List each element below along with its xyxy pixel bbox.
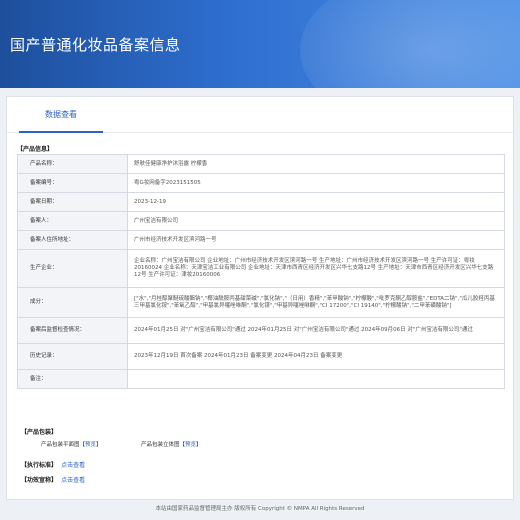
product-info-table: 产品名称： 舒肤佳健康净护沐浴露 柠檬香 备案编号： 粤G妆网备字2023151… — [17, 154, 505, 389]
content-card: 数据查看 【产品信息】 产品名称： 舒肤佳健康净护沐浴露 柠檬香 备案编号： 粤… — [6, 96, 514, 500]
table-row: 备注： — [17, 369, 505, 389]
preview-link[interactable]: 预览 — [185, 442, 196, 448]
footer-copyright: 本站由国家药品监督管理局主办 版权所有 Copyright © NMPA All… — [155, 506, 365, 512]
header-banner: 国产普通化妆品备案信息 — [0, 0, 520, 88]
standard-view-link[interactable]: 点击查看 — [61, 462, 85, 469]
row-value: 2024年01月25日 对"广州宝洁有限公司"通过 2024年01月25日 对"… — [127, 317, 505, 344]
row-label: 备案日期： — [17, 192, 128, 212]
row-label: 成分： — [17, 287, 128, 318]
banner-glow — [300, 0, 520, 88]
row-label: 备案人： — [17, 211, 128, 231]
row-value: 2023-12-19 — [127, 192, 505, 212]
row-value: 舒肤佳健康净护沐浴露 柠檬香 — [127, 154, 505, 174]
standard-label: 【执行标准】 — [21, 462, 58, 469]
table-row: 产品名称： 舒肤佳健康净护沐浴露 柠檬香 — [17, 154, 505, 174]
table-row: 备案日期： 2023-12-19 — [17, 192, 505, 212]
row-label: 备注： — [17, 369, 128, 389]
packaging-item: 产品包装立体图【预览】 — [141, 442, 202, 448]
packaging-item: 产品包装平面图【预览】 — [41, 442, 102, 448]
packaging-name: 产品包装平面图 — [41, 442, 80, 448]
row-value: 广州市经济技术开发区滨河路一号 — [127, 230, 505, 250]
row-value: 2023年12月19日 首次备案 2024年01月23日 备案变更 2024年0… — [127, 343, 505, 370]
row-value: 粤G妆网备字2023151505 — [127, 173, 505, 193]
row-label: 产品名称： — [17, 154, 128, 174]
table-row: 备案编号： 粤G妆网备字2023151505 — [17, 173, 505, 193]
row-label: 备案编号： — [17, 173, 128, 193]
page-title: 国产普通化妆品备案信息 — [10, 36, 181, 54]
row-label: 备案人住所地址： — [17, 230, 128, 250]
efficacy-label: 【功效宣称】 — [21, 477, 58, 484]
tab-data-view[interactable]: 数据查看 — [19, 109, 103, 133]
table-row: 生产企业： 企业名称：广州宝洁有限公司 企业地址：广州市经济技术开发区滨河路一号… — [17, 249, 505, 288]
table-row: 备案人： 广州宝洁有限公司 — [17, 211, 505, 231]
section-title-efficacy: 【功效宣称】 点击查看 — [21, 475, 85, 484]
row-value: 企业名称：广州宝洁有限公司 企业地址：广州市经济技术开发区滨河路一号 生产地址：… — [127, 249, 505, 288]
packaging-name: 产品包装立体图 — [141, 442, 180, 448]
row-label: 备案后监督检查情况： — [17, 317, 128, 344]
table-row: 历史记录： 2023年12月19日 首次备案 2024年01月23日 备案变更 … — [17, 343, 505, 370]
tab-bar: 数据查看 — [7, 97, 513, 133]
table-row: 备案人住所地址： 广州市经济技术开发区滨河路一号 — [17, 230, 505, 250]
row-value — [127, 369, 505, 389]
section-title-packaging: 【产品包装】 — [21, 429, 58, 436]
efficacy-view-link[interactable]: 点击查看 — [61, 477, 85, 484]
row-value: ["水","月桂醇聚醚硫酸酯钠","椰油酰胺丙基甜菜碱","氯化钠","（日用）… — [127, 287, 505, 318]
preview-link[interactable]: 预览 — [85, 442, 96, 448]
section-title-product-info: 【产品信息】 — [17, 146, 54, 153]
row-label: 生产企业： — [17, 249, 128, 288]
row-label: 历史记录： — [17, 343, 128, 370]
table-row: 备案后监督检查情况： 2024年01月25日 对"广州宝洁有限公司"通过 202… — [17, 317, 505, 344]
table-row: 成分： ["水","月桂醇聚醚硫酸酯钠","椰油酰胺丙基甜菜碱","氯化钠","… — [17, 287, 505, 318]
section-title-standard: 【执行标准】 点击查看 — [21, 460, 85, 469]
row-value: 广州宝洁有限公司 — [127, 211, 505, 231]
